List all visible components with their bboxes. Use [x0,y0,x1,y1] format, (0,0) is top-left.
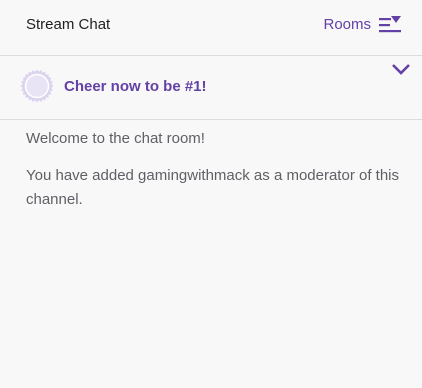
rooms-button[interactable]: Rooms [323,12,402,38]
chat-message: You have added gamingwithmack as a moder… [26,167,400,208]
header-title: Stream Chat [26,16,111,33]
cheer-badge-icon [20,69,54,103]
rooms-list-icon [379,16,401,33]
chat-header: Stream Chat Rooms [0,0,422,56]
badge-inner [24,73,50,99]
chevron-down-icon[interactable] [391,62,411,76]
cheer-text: Cheer now to be #1! [64,78,207,95]
chat-message: Welcome to the chat room! [26,130,205,147]
cheer-banner[interactable]: Cheer now to be #1! [0,56,422,120]
chat-messages: Welcome to the chat room! You have added… [26,120,406,212]
rooms-label: Rooms [323,16,371,33]
